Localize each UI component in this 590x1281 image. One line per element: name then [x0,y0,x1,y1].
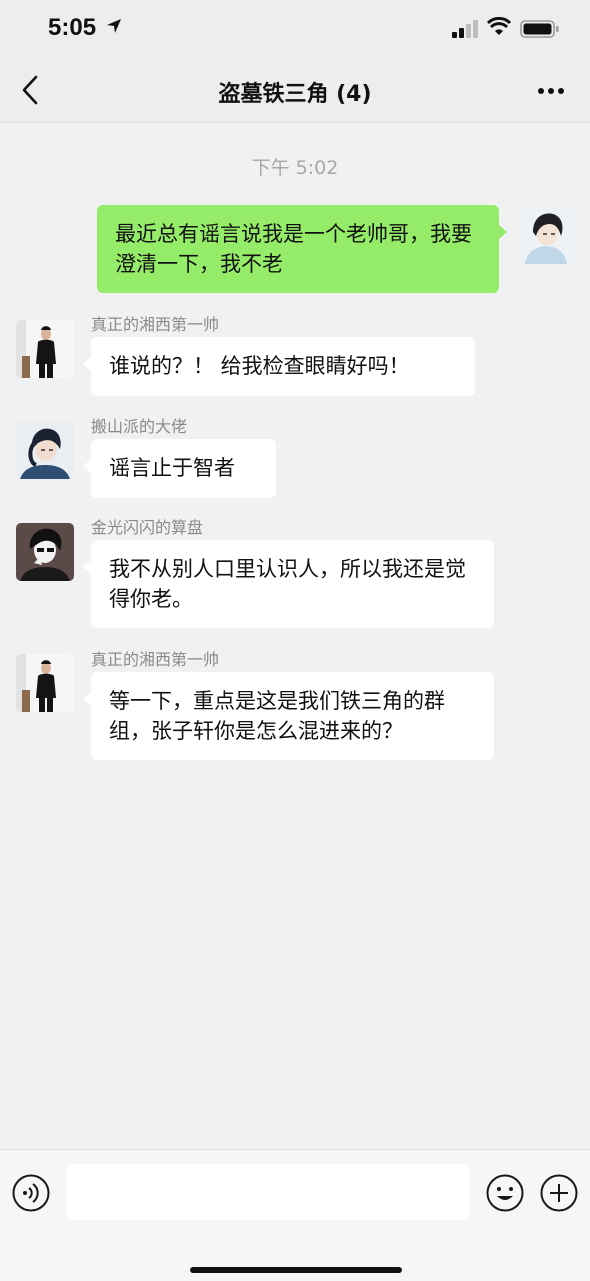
cellular-signal-icon [452,20,480,42]
incoming-message-bubble[interactable]: 我不从别人口里认识人，所以我还是觉得你老。 [83,540,494,628]
status-time: 5:05 [48,14,97,41]
plus-icon [540,1174,578,1212]
location-arrow-icon [106,18,122,38]
incoming-message-bubble[interactable]: 谣言止于智者 [83,439,276,498]
home-indicator [190,1267,402,1273]
sender-name: 金光闪闪的算盘 [91,518,204,537]
more-dots-icon [538,88,564,94]
member-avatar[interactable] [16,320,74,378]
battery-icon [520,19,560,43]
chat-title: 盗墓铁三角 (4) [218,82,372,107]
emoji-button[interactable] [486,1174,524,1212]
more-functions-button[interactable] [540,1174,578,1212]
member-avatar[interactable] [16,654,74,712]
member-avatar[interactable] [16,421,74,479]
sender-name: 真正的湘西第一帅 [91,650,220,669]
chat-header: 盗墓铁三角 (4) [0,60,590,123]
message-timestamp: 下午 5:02 [251,157,339,179]
member-avatar[interactable] [16,523,74,581]
sender-name: 搬山派的大佬 [91,417,188,436]
incoming-message-bubble[interactable]: 谁说的？！ 给我检查眼睛好吗！ [83,337,475,396]
outgoing-message-bubble[interactable]: 最近总有谣言说我是一个老帅哥，我要澄清一下，我不老 [97,205,507,293]
wifi-icon [486,16,512,41]
more-options-button[interactable] [534,78,568,104]
sender-name: 真正的湘西第一帅 [91,315,220,334]
incoming-message-bubble[interactable]: 等一下，重点是这是我们铁三角的群组，张子轩你是怎么混进来的？ [83,672,494,760]
smiley-icon [486,1174,524,1212]
message-text-input[interactable] [66,1164,470,1220]
message-list[interactable]: 下午 5:02 最近总有谣言说我是一个老帅哥，我要澄清一下，我不老 真正的湘西第… [0,123,590,1149]
voice-icon [12,1174,50,1212]
voice-input-button[interactable] [12,1174,50,1212]
status-bar: 5:05 [0,0,590,60]
my-avatar[interactable] [517,206,575,264]
message-input-bar [0,1149,590,1281]
